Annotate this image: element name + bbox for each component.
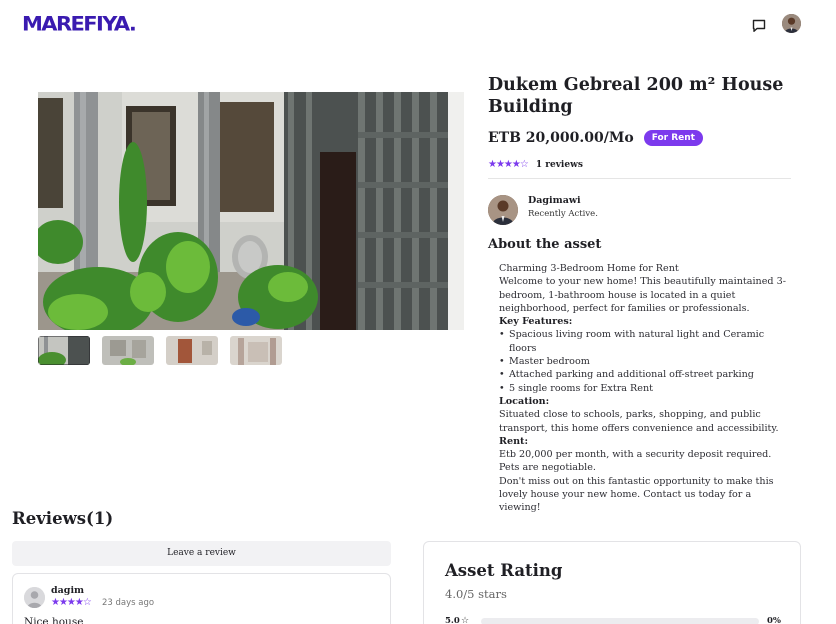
asset-rating-summary: 4.0/5 stars: [445, 587, 507, 601]
user-avatar[interactable]: [782, 14, 801, 33]
about-heading: About the asset: [488, 237, 602, 252]
thumbnail-1[interactable]: [38, 336, 90, 365]
asset-rating-card: Asset Rating 4.0/5 stars 5.0 ☆ 0%: [423, 541, 801, 624]
price-row: ETB 20,000.00/Mo For Rent: [488, 130, 703, 146]
listing-price: ETB 20,000.00/Mo: [488, 130, 634, 146]
asset-description: Charming 3-Bedroom Home for Rent Welcome…: [499, 262, 794, 515]
main-photo[interactable]: [38, 92, 464, 330]
desc-intro-1: Charming 3-Bedroom Home for Rent: [499, 263, 679, 274]
asset-rating-heading: Asset Rating: [445, 561, 563, 580]
marefiya-logo[interactable]: MAREFIYA.: [22, 13, 137, 36]
thumbnail-3[interactable]: [166, 336, 218, 365]
rating-bar: [481, 617, 759, 624]
thumbnail-2[interactable]: [102, 336, 154, 365]
reviewer-name: dagim: [51, 585, 85, 596]
owner-name[interactable]: Dagimawi: [528, 195, 581, 206]
reviews-count[interactable]: 1 reviews: [536, 160, 583, 170]
rating-row-percent: 0%: [767, 616, 781, 624]
desc-intro-2: Welcome to your new home! This beautiful…: [499, 276, 786, 314]
rating-stars-icon: ★★★★☆: [488, 159, 529, 170]
reviews-heading: Reviews(1): [12, 509, 114, 528]
feature-item: 5 single rooms for Extra Rent: [499, 382, 794, 396]
owner-status: Recently Active.: [528, 209, 598, 219]
review-date: 23 days ago: [102, 598, 155, 608]
features-list: Spacious living room with natural light …: [499, 328, 794, 396]
rating-row-label: 5.0: [445, 616, 460, 624]
star-outline-icon: ☆: [461, 616, 470, 624]
review-card: dagim ★★★★☆ 23 days ago Nice house: [12, 573, 391, 624]
leave-review-button[interactable]: Leave a review: [12, 541, 391, 566]
features-heading: Key Features:: [499, 316, 573, 328]
rating-breakdown-row: 5.0 ☆ 0%: [445, 615, 781, 624]
reviewer-avatar: [24, 587, 45, 608]
location-text: Situated close to schools, parks, shoppi…: [499, 409, 779, 434]
feature-item: Spacious living room with natural light …: [499, 328, 794, 355]
location-heading: Location:: [499, 395, 550, 407]
listing-title: Dukem Gebreal 200 m² House Building: [488, 75, 784, 117]
review-stars-icon: ★★★★☆: [51, 597, 92, 608]
top-nav: MAREFIYA.: [0, 0, 836, 52]
review-text: Nice house: [24, 616, 84, 624]
divider: [488, 178, 791, 179]
closing-text: Don't miss out on this fantastic opportu…: [499, 475, 774, 514]
listing-rating: ★★★★☆ 1 reviews: [488, 159, 583, 170]
thumbnail-strip: [38, 336, 282, 365]
rent-heading: Rent:: [499, 435, 529, 447]
feature-item: Attached parking and additional off-stre…: [499, 368, 794, 382]
for-rent-badge: For Rent: [643, 130, 703, 146]
owner-avatar[interactable]: [488, 195, 518, 225]
feature-item: Master bedroom: [499, 355, 794, 369]
rent-text: Etb 20,000 per month, with a security de…: [499, 449, 772, 474]
thumbnail-4[interactable]: [230, 336, 282, 365]
chat-icon[interactable]: [751, 18, 767, 34]
